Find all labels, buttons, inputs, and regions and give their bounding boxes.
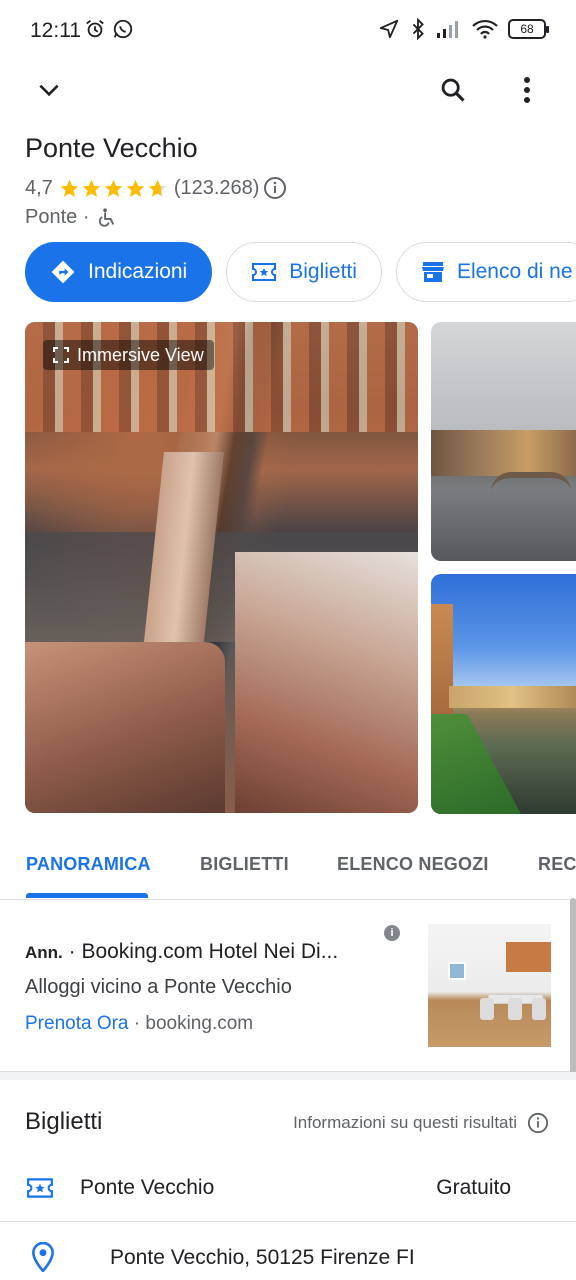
- shops-label: Elenco di ne: [456, 260, 573, 283]
- action-chips: Indicazioni Biglietti Elenco di ne: [25, 242, 576, 302]
- ad-image-chair: [532, 998, 546, 1020]
- photo-thumbnail[interactable]: [431, 322, 576, 561]
- star-icon: [82, 179, 101, 197]
- rating-value: 4,7: [25, 176, 53, 199]
- fullscreen-icon: [53, 347, 69, 363]
- store-icon: [421, 262, 444, 282]
- star-icon: [126, 179, 145, 197]
- directions-button[interactable]: Indicazioni: [25, 242, 213, 302]
- photo-building: [25, 642, 225, 813]
- tab-reviews[interactable]: REC: [538, 854, 576, 875]
- top-bar: [0, 60, 576, 124]
- ad-link-row: Prenota Ora · booking.com: [25, 1013, 253, 1035]
- photo-riverbank: [431, 714, 521, 814]
- rating-row[interactable]: 4,7 (123.268): [25, 176, 287, 200]
- directions-label: Indicazioni: [88, 260, 188, 283]
- wifi-icon: [472, 19, 498, 39]
- ad-image-picture: [448, 962, 466, 980]
- ad-image-chair: [508, 998, 522, 1020]
- battery-level: 68: [520, 22, 534, 36]
- tab-bar: PANORAMICA BIGLIETTI ELENCO NEGOZI REC: [0, 838, 576, 900]
- shops-button[interactable]: Elenco di ne: [395, 242, 576, 302]
- results-info-label: Informazioni su questi risultati: [293, 1113, 517, 1132]
- battery-icon: 68: [508, 19, 549, 39]
- tickets-label: Biglietti: [289, 260, 357, 283]
- review-count: (123.268): [173, 176, 260, 199]
- whatsapp-icon: [113, 19, 133, 39]
- tickets-section: Biglietti Informazioni su questi risulta…: [0, 1072, 576, 1222]
- location-pin-icon: [32, 1242, 54, 1272]
- ad-image[interactable]: [428, 924, 551, 1047]
- ad-image-shelf: [506, 942, 551, 972]
- ticket-row[interactable]: Ponte Vecchio Gratuito: [0, 1172, 576, 1212]
- tab-shops[interactable]: ELENCO NEGOZI: [337, 854, 489, 875]
- collapse-button[interactable]: [25, 66, 73, 114]
- alarm-icon: [86, 20, 104, 38]
- immersive-view-photo[interactable]: Immersive View: [25, 322, 418, 813]
- directions-icon: [51, 260, 75, 284]
- results-info-link[interactable]: Informazioni su questi risultati: [293, 1112, 549, 1134]
- ad-domain: · booking.com: [128, 1013, 254, 1034]
- immersive-view-label: Immersive View: [77, 344, 204, 365]
- star-icon: [60, 179, 79, 197]
- photo-building: [235, 552, 418, 813]
- search-icon: [441, 78, 465, 102]
- ticket-icon: [27, 1178, 53, 1198]
- address-row[interactable]: Ponte Vecchio, 50125 Firenze FI: [0, 1232, 576, 1280]
- place-type-row: Ponte ·: [25, 206, 117, 229]
- place-title: Ponte Vecchio: [25, 133, 198, 163]
- photo-thumbnail[interactable]: [431, 574, 576, 814]
- address-text: Ponte Vecchio, 50125 Firenze FI: [110, 1246, 415, 1269]
- ad-description: Alloggi vicino a Ponte Vecchio: [25, 976, 292, 998]
- scrollbar[interactable]: [570, 898, 576, 1076]
- photo-arch: [491, 472, 571, 492]
- more-options-button[interactable]: [503, 66, 551, 114]
- tab-active-indicator: [26, 893, 148, 898]
- photo-gallery: Immersive View: [25, 322, 576, 814]
- bluetooth-icon: [412, 18, 424, 40]
- search-button[interactable]: [429, 66, 477, 114]
- ticket-price: Gratuito: [436, 1176, 511, 1199]
- ad-label: Ann.: [25, 943, 63, 962]
- status-time: 12:11: [30, 19, 81, 42]
- sponsored-result[interactable]: Ann. · Booking.com Hotel Nei Di... i All…: [0, 906, 576, 1072]
- more-vert-icon: [524, 77, 530, 103]
- ticket-name: Ponte Vecchio: [80, 1176, 215, 1199]
- signal-icon: [437, 21, 458, 38]
- photo-bridge: [449, 686, 576, 708]
- ad-title-text: · Booking.com Hotel Nei Di...: [62, 940, 339, 963]
- tab-tickets[interactable]: BIGLIETTI: [200, 854, 289, 875]
- immersive-view-badge[interactable]: Immersive View: [43, 340, 214, 370]
- photo-bridge: [431, 430, 576, 476]
- status-right-icons: 68: [378, 18, 549, 40]
- wheelchair-icon: [99, 207, 115, 227]
- info-icon[interactable]: [263, 176, 287, 200]
- rating-stars: [59, 178, 168, 199]
- status-bar: 12:11 68: [0, 0, 576, 60]
- photo-rooftops: [25, 322, 418, 432]
- info-icon: [527, 1112, 549, 1134]
- ad-image-chair: [480, 998, 494, 1020]
- location-arrow-icon: [379, 19, 399, 39]
- ad-cta-link[interactable]: Prenota Ora: [25, 1013, 129, 1034]
- tab-overview[interactable]: PANORAMICA: [26, 854, 151, 875]
- tickets-heading: Biglietti: [25, 1108, 103, 1135]
- chevron-down-icon: [39, 84, 59, 97]
- ticket-icon: [252, 263, 277, 281]
- star-icon: [104, 179, 123, 197]
- star-half-icon: [148, 179, 167, 197]
- place-type: Ponte ·: [25, 206, 90, 228]
- ad-title: Ann. · Booking.com Hotel Nei Di...: [25, 940, 338, 964]
- tickets-button[interactable]: Biglietti: [226, 242, 382, 302]
- status-left-icons: [84, 18, 134, 40]
- ad-info-icon[interactable]: i: [384, 925, 400, 941]
